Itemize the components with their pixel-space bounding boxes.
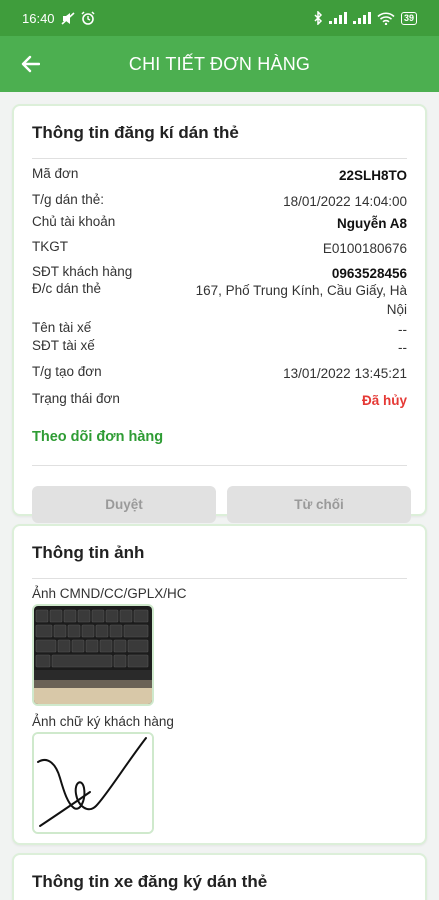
registration-title: Thông tin đăng kí dán thẻ: [32, 123, 239, 142]
battery-icon: 39: [400, 11, 417, 25]
driver-phone-row: SĐT tài xế --: [32, 338, 407, 357]
signal-icon: [328, 12, 347, 24]
install-time-value: 18/01/2022 14:04:00: [283, 194, 407, 209]
status-time: 16:40: [22, 10, 55, 26]
bluetooth-icon: [314, 11, 323, 25]
tkgt-label: TKGT: [32, 239, 68, 254]
mute-icon: [61, 11, 75, 25]
status-right: 39: [313, 11, 417, 25]
order-status-label: Trạng thái đơn: [32, 391, 120, 406]
install-address-value: 167, Phố Trung Kính, Cầu Giấy, Hà Nội: [195, 283, 407, 317]
created-time-label: T/g tạo đơn: [32, 364, 102, 379]
order-status-value: Đã hủy: [361, 393, 407, 408]
images-card: Thông tin ảnh Ảnh CMND/CC/GPLX/HC Ảnh ch…: [12, 524, 427, 845]
install-address-row: Đ/c dán thẻ 167, Phố Trung Kính, Cầu Giấ…: [32, 281, 407, 319]
images-title: Thông tin ảnh: [32, 543, 145, 562]
driver-name-row: Tên tài xế --: [32, 320, 407, 339]
signature-label: Ảnh chữ ký khách hàng: [32, 714, 174, 729]
divider: [32, 465, 407, 466]
arrow-left-icon: [21, 55, 40, 73]
install-time-row: T/g dán thẻ: 18/01/2022 14:04:00: [32, 192, 407, 211]
vehicle-card: Thông tin xe đăng ký dán thẻ: [12, 853, 427, 900]
id-photo-thumbnail[interactable]: [32, 604, 154, 706]
tkgt-value: E0100180676: [322, 241, 407, 256]
battery-level: 39: [403, 13, 414, 23]
install-time-label: T/g dán thẻ:: [32, 192, 105, 207]
tkgt-row: TKGT E0100180676: [32, 239, 407, 258]
driver-phone-value: --: [398, 340, 407, 355]
divider: [32, 158, 407, 159]
status-left: 16:40: [22, 11, 95, 26]
signature-image: [34, 734, 152, 832]
account-owner-value: Nguyễn A8: [336, 216, 407, 231]
vehicle-title: Thông tin xe đăng ký dán thẻ: [32, 872, 268, 891]
page-title: CHI TIẾT ĐƠN HÀNG: [128, 54, 311, 74]
driver-phone-label: SĐT tài xế: [32, 338, 95, 353]
divider: [32, 578, 407, 579]
order-code-label: Mã đơn: [32, 166, 79, 181]
app-bar: CHI TIẾT ĐƠN HÀNG: [0, 36, 439, 92]
id-photo-image: [34, 606, 152, 704]
signature-thumbnail[interactable]: [32, 732, 154, 834]
created-time-value: 13/01/2022 13:45:21: [283, 366, 407, 381]
order-status-row: Trạng thái đơn Đã hủy: [32, 391, 407, 410]
signal-2-icon: [352, 12, 371, 24]
order-code-value: 22SLH8TO: [338, 168, 407, 183]
reject-button[interactable]: Từ chối: [227, 486, 411, 523]
driver-name-label: Tên tài xế: [32, 320, 92, 335]
alarm-icon: [81, 11, 95, 25]
driver-name-value: --: [398, 322, 407, 337]
account-owner-label: Chủ tài khoản: [32, 214, 116, 229]
registration-card: Thông tin đăng kí dán thẻ Mã đơn 22SLH8T…: [12, 104, 427, 523]
install-address-label: Đ/c dán thẻ: [32, 281, 102, 296]
id-photo-label: Ảnh CMND/CC/GPLX/HC: [32, 586, 187, 601]
wifi-icon: [377, 12, 395, 25]
back-button[interactable]: [0, 36, 60, 92]
customer-phone-label: SĐT khách hàng: [32, 264, 133, 279]
account-owner-row: Chủ tài khoản Nguyễn A8: [32, 214, 407, 233]
track-order-link[interactable]: Theo dõi đơn hàng: [32, 429, 163, 445]
approve-button[interactable]: Duyệt: [32, 486, 216, 523]
order-code-row: Mã đơn 22SLH8TO: [32, 166, 407, 185]
status-bar: 16:40 39: [0, 0, 439, 36]
created-time-row: T/g tạo đơn 13/01/2022 13:45:21: [32, 364, 407, 383]
